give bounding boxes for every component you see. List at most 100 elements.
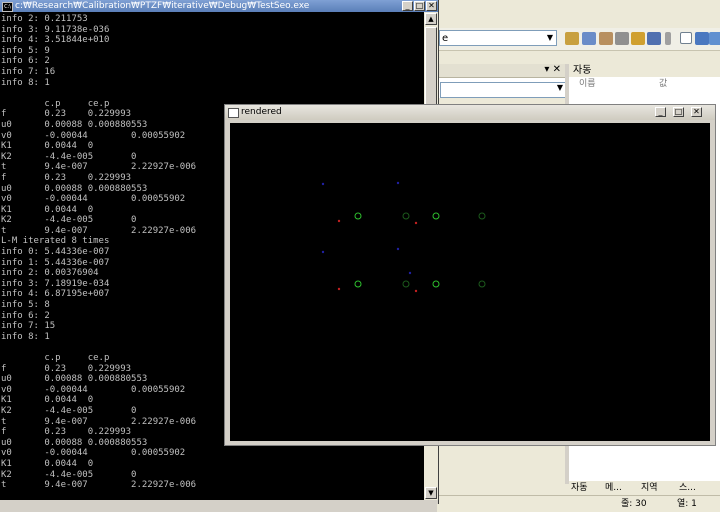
console-line: f 0.23 0.229993: [1, 109, 132, 120]
projected-point-ring: [354, 280, 362, 288]
projected-point-dot: [321, 250, 325, 254]
console-line: info 7: 15: [1, 321, 56, 332]
console-line: info 2: 0.00376904: [1, 268, 99, 279]
window-icon: [228, 108, 239, 118]
console-line: v0 -0.00044 0.00055902: [1, 384, 186, 395]
console-line: info 4: 3.51844e+010: [1, 35, 110, 46]
toolbar-options-icon[interactable]: [665, 32, 671, 45]
projected-point-ring: [478, 212, 486, 220]
chevron-down-icon[interactable]: ▼: [557, 83, 563, 92]
console-line: info 8: 1: [1, 331, 50, 342]
console-line: K2 -4.4e-005 0: [1, 151, 137, 162]
console-line: c.p ce.p: [1, 353, 110, 363]
console-line: f 0.23 0.229993: [1, 427, 132, 438]
console-line: K1 0.0044 0: [1, 395, 94, 406]
console-line: info 6: 2: [1, 310, 50, 321]
console-line: u0 0.00088 0.000880553: [1, 183, 148, 194]
projected-point-dot: [321, 182, 325, 186]
projected-point-dot: [396, 247, 400, 251]
solution-config-value: e: [442, 33, 449, 44]
scroll-up-icon[interactable]: ▲: [425, 13, 437, 25]
status-line: 줄: 30: [621, 499, 647, 509]
maximize-button[interactable]: □: [414, 1, 425, 11]
projected-point-dot: [337, 287, 341, 291]
console-line: K1 0.0044 0: [1, 141, 94, 152]
chevron-down-icon[interactable]: ▼: [544, 31, 556, 45]
solution-config-dropdown[interactable]: e ▼: [439, 30, 557, 46]
minimize-button[interactable]: _: [402, 1, 413, 11]
projected-point-ring: [432, 212, 440, 220]
projected-point-ring: [402, 212, 410, 220]
projected-point-dot: [408, 271, 412, 275]
console-title-bar[interactable]: C:\ c:₩Research₩Calibration₩PTZF₩iterati…: [0, 0, 438, 12]
console-line: f 0.23 0.229993: [1, 363, 132, 374]
checkbox-icon[interactable]: [680, 32, 692, 44]
console-text: info 2: 0.211753 info 3: 9.11738e-036 info…: [1, 14, 196, 491]
console-line: info 3: 9.11738e-036: [1, 24, 110, 35]
tab-stack[interactable]: 스...: [679, 481, 696, 495]
console-line: L-M iterated 8 times: [1, 236, 110, 247]
column-value-header[interactable]: 값: [659, 77, 667, 91]
properties-icon[interactable]: [599, 32, 613, 45]
scroll-down-icon[interactable]: ▼: [425, 487, 437, 499]
console-line: v0 -0.00044 0.00055902: [1, 194, 186, 205]
close-button[interactable]: ✕: [426, 1, 437, 11]
console-line: u0 0.00088 0.000880553: [1, 437, 148, 448]
console-line: info 5: 8: [1, 300, 50, 311]
comment-icon[interactable]: [695, 32, 709, 45]
tab-memory[interactable]: 메...: [605, 481, 622, 495]
render-canvas[interactable]: [230, 123, 710, 441]
console-line: t 9.4e-007 2.22927e-006: [1, 225, 197, 236]
rendered-title: rendered: [241, 107, 282, 117]
close-button[interactable]: ✕: [691, 107, 702, 117]
rendered-window: rendered _ □ ✕: [224, 104, 716, 446]
console-line: v0 -0.00044 0.00055902: [1, 448, 186, 459]
autos-column-headers: 이름 값: [569, 77, 720, 92]
left-panel-header: ▾ ✕: [437, 64, 565, 78]
window-layout-icon[interactable]: [647, 32, 661, 45]
console-title: c:₩Research₩Calibration₩PTZF₩iterative₩D…: [15, 1, 310, 11]
console-app-icon: C:\: [2, 2, 13, 12]
autos-panel-title: 자동: [569, 64, 720, 77]
console-line: info 6: 2: [1, 56, 50, 67]
uncomment-icon[interactable]: [709, 32, 720, 45]
console-line: info 2: 0.211753: [1, 14, 88, 24]
projected-point-ring: [432, 280, 440, 288]
console-line: info 5: 9: [1, 45, 50, 56]
find-in-files-icon[interactable]: [582, 32, 596, 45]
console-line: K2 -4.4e-005 0: [1, 469, 137, 480]
find-icon[interactable]: [565, 32, 579, 45]
console-line: u0 0.00088 0.000880553: [1, 119, 148, 130]
console-line: info 1: 5.44336e-007: [1, 257, 110, 268]
status-column: 열: 1: [677, 499, 697, 509]
projected-point-dot: [414, 289, 418, 293]
console-line: t 9.4e-007 2.22927e-006: [1, 416, 197, 427]
ide-toolbar: e ▼: [437, 28, 720, 51]
column-name-header[interactable]: 이름: [579, 77, 596, 91]
maximize-button[interactable]: □: [673, 107, 684, 117]
console-line: info 0: 5.44336e-007: [1, 247, 110, 258]
rendered-title-bar[interactable]: rendered _ □ ✕: [225, 105, 715, 120]
console-line: t 9.4e-007 2.22927e-006: [1, 162, 197, 173]
console-line: info 8: 1: [1, 77, 50, 88]
projected-point-ring: [478, 280, 486, 288]
minimize-button[interactable]: _: [655, 107, 666, 117]
console-line: c.p ce.p: [1, 98, 110, 109]
tab-locals[interactable]: 지역: [641, 481, 658, 495]
render-scene: [321, 181, 486, 293]
status-bar: 줄: 30 열: 1: [437, 495, 720, 512]
console-line: t 9.4e-007 2.22927e-006: [1, 480, 197, 491]
left-panel-dropdown[interactable]: ▼: [440, 82, 566, 98]
console-line: K1 0.0044 0: [1, 204, 94, 215]
projected-point-dot: [337, 219, 341, 223]
console-line: v0 -0.00044 0.00055902: [1, 130, 186, 141]
class-view-icon[interactable]: [631, 32, 645, 45]
projected-point-ring: [402, 280, 410, 288]
ide-menu-area: [437, 0, 720, 28]
tab-autos[interactable]: 자동: [571, 481, 588, 495]
tools-icon[interactable]: [615, 32, 629, 45]
console-line: f 0.23 0.229993: [1, 172, 132, 183]
panel-close-icon[interactable]: ▾ ✕: [544, 64, 561, 75]
